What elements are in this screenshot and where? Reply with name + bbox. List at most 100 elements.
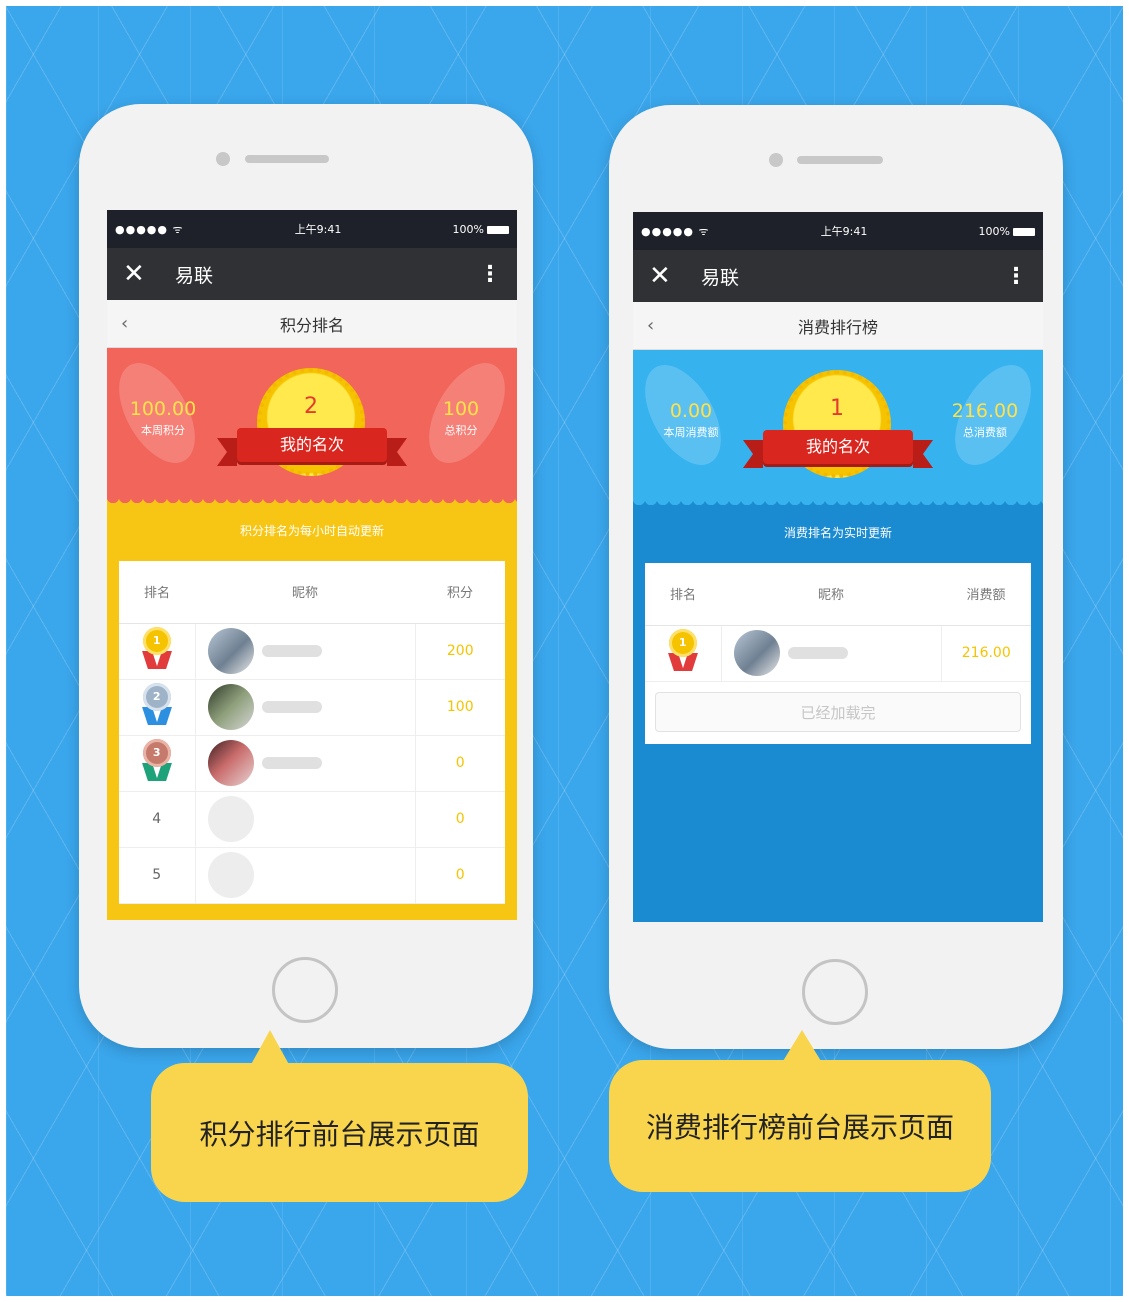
- avatar: [207, 740, 254, 786]
- page-title: 积分排名: [279, 315, 344, 335]
- chevron-left-icon[interactable]: ‹: [121, 313, 128, 334]
- battery-text: 100%: [978, 224, 1010, 238]
- scallop-edge: [107, 497, 517, 509]
- rank-cell: 5: [119, 847, 196, 904]
- points-cell: 100: [415, 679, 505, 736]
- blurred-nickname: [261, 757, 322, 769]
- weekly-spend-label: 本周消费额: [663, 426, 719, 439]
- avatar: [733, 630, 780, 676]
- avatar: [207, 684, 254, 730]
- table-header-row: 排名 昵称 消费额: [645, 563, 1031, 626]
- more-vertical-icon[interactable]: ⋮: [479, 262, 501, 287]
- battery-icon: [487, 225, 509, 234]
- signal-indicator: ●●●●● ᯤ: [641, 224, 710, 238]
- column-rank: 排名: [119, 561, 195, 624]
- total-spend-value: 216.00: [951, 400, 1019, 422]
- left-phone-mockup: ●●●●● ᯤ 上午9:41 100% ✕ 易联 ⋮ ‹ 积分排名 100.00…: [79, 104, 533, 1048]
- table-row[interactable]: 5 0: [119, 847, 505, 904]
- table-header-row: 排名 昵称 积分: [119, 561, 505, 624]
- close-icon[interactable]: ✕: [649, 261, 679, 291]
- app-title: 易联: [701, 266, 740, 289]
- table-row[interactable]: 1 200: [119, 623, 505, 680]
- points-cell: 200: [415, 623, 505, 680]
- weekly-points-label: 本周积分: [141, 424, 185, 437]
- more-vertical-icon[interactable]: ⋮: [1005, 264, 1027, 289]
- column-rank: 排名: [645, 563, 721, 626]
- total-points-label: 总积分: [444, 424, 478, 437]
- weekly-points-stat: 100.00 本周积分: [129, 398, 197, 438]
- right-caption-text: 消费排行榜前台展示页面: [645, 1111, 954, 1144]
- nickname-cell: [195, 735, 416, 792]
- table-row[interactable]: 4 0: [119, 791, 505, 848]
- nickname-cell: [721, 625, 942, 682]
- home-button[interactable]: [802, 959, 868, 1025]
- rank-cell: 2: [119, 679, 196, 736]
- column-nickname: 昵称: [195, 561, 415, 624]
- total-spend-stat: 216.00 总消费额: [951, 400, 1019, 440]
- battery-icon: [1013, 227, 1035, 236]
- my-rank-number: 2: [304, 394, 318, 419]
- ranking-table: 排名 昵称 积分 1 200 2 100 3 0 4 0 5 0: [119, 561, 505, 904]
- my-rank-ribbon: 我的名次: [743, 430, 933, 468]
- status-time: 上午9:41: [820, 225, 868, 238]
- all-loaded-button[interactable]: 已经加载完: [655, 691, 1021, 732]
- battery-indicator: 100%: [979, 225, 1035, 238]
- blurred-nickname: [787, 647, 848, 659]
- app-bar: ✕ 易联 ⋮: [633, 250, 1043, 302]
- ranking-band: 消费排名为实时更新 排名 昵称 消费额 1 216.00 已经加载完: [633, 499, 1043, 922]
- gold-medal-icon: 1: [139, 627, 175, 671]
- scallop-edge: [633, 499, 1043, 511]
- medal-rank: 1: [142, 627, 171, 655]
- table-row[interactable]: 3 0: [119, 735, 505, 792]
- speaker-grille: [797, 156, 883, 164]
- gold-medal-icon: 1: [665, 629, 701, 673]
- ranking-card: 排名 昵称 消费额 1 216.00 已经加载完: [645, 563, 1031, 744]
- table-row[interactable]: 2 100: [119, 679, 505, 736]
- close-icon[interactable]: ✕: [123, 259, 153, 289]
- app-title: 易联: [175, 264, 214, 287]
- page-header: ‹ 消费排行榜: [633, 302, 1043, 350]
- my-rank-number: 1: [830, 396, 844, 421]
- home-button[interactable]: [272, 957, 338, 1023]
- avatar: [207, 796, 254, 842]
- rank-cell: 3: [119, 735, 196, 792]
- update-notice: 消费排名为实时更新: [783, 526, 892, 540]
- table-row[interactable]: 1 216.00: [645, 625, 1031, 682]
- weekly-spend-value: 0.00: [669, 400, 713, 422]
- camera-dot: [216, 152, 230, 166]
- silver-medal-icon: 2: [139, 683, 175, 727]
- total-spend-label: 总消费额: [963, 426, 1007, 439]
- points-cell: 0: [415, 791, 505, 848]
- speaker-grille: [245, 155, 329, 163]
- camera-dot: [769, 153, 783, 167]
- page-title: 消费排行榜: [797, 317, 878, 337]
- blurred-nickname: [261, 645, 322, 657]
- left-caption-text: 积分排行前台展示页面: [199, 1117, 480, 1151]
- medal-rank: 1: [668, 629, 697, 657]
- bronze-medal-icon: 3: [139, 739, 175, 783]
- weekly-spend-stat: 0.00 本周消费额: [653, 400, 729, 440]
- blurred-nickname: [261, 701, 322, 713]
- chevron-left-icon[interactable]: ‹: [647, 315, 654, 336]
- signal-indicator: ●●●●● ᯤ: [115, 222, 184, 236]
- ranking-table: 排名 昵称 消费额 1 216.00: [645, 563, 1031, 682]
- ranking-band: 积分排名为每小时自动更新 排名 昵称 积分 1 200 2 100 3 0 4 …: [107, 497, 517, 920]
- page-header: ‹ 积分排名: [107, 300, 517, 348]
- status-bar: ●●●●● ᯤ 上午9:41 100%: [107, 210, 517, 248]
- left-caption-bubble: 积分排行前台展示页面: [151, 1063, 528, 1202]
- avatar: [207, 852, 254, 898]
- total-points-stat: 100 总积分: [429, 398, 493, 438]
- right-caption-bubble: 消费排行榜前台展示页面: [609, 1060, 991, 1192]
- avatar: [207, 628, 254, 674]
- total-points-value: 100: [442, 398, 480, 420]
- ranking-card: 排名 昵称 积分 1 200 2 100 3 0 4 0 5 0: [119, 561, 505, 904]
- medal-rank: 3: [142, 739, 171, 767]
- column-spend: 消费额: [941, 563, 1031, 626]
- column-points: 积分: [415, 561, 505, 624]
- medal-rank: 2: [142, 683, 171, 711]
- nickname-cell: [195, 847, 416, 904]
- weekly-points-value: 100.00: [129, 398, 197, 420]
- column-nickname: 昵称: [721, 563, 941, 626]
- rank-hero: 100.00 本周积分 2 我的名次 100 总积分: [107, 348, 517, 503]
- my-rank-ribbon: 我的名次: [217, 428, 407, 466]
